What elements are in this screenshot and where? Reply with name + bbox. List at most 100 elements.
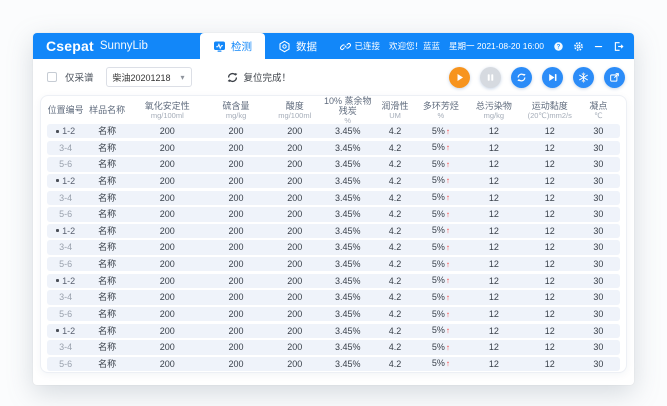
table-cell: 12 [465, 290, 522, 304]
table-cell: 12 [523, 340, 577, 354]
table-cell: 12 [523, 224, 577, 238]
pause-button[interactable] [480, 67, 501, 88]
start-button[interactable] [449, 67, 470, 88]
play-icon [454, 72, 465, 83]
tab-data[interactable]: 数据 [265, 33, 330, 59]
table-row[interactable]: 1-2名称2002002003.45%4.25%↑121230 [47, 274, 620, 288]
monitor-check-icon [213, 40, 226, 53]
table-row[interactable]: 3-4名称2002002003.45%4.25%↑121230 [47, 141, 620, 155]
table-row[interactable]: 5-6名称2002002003.45%4.25%↑121230 [47, 307, 620, 321]
over-limit-arrow-icon: ↑ [446, 160, 450, 169]
help-button[interactable]: ? [553, 41, 564, 52]
column-header: 润滑性UM [374, 101, 417, 120]
table-cell: 200 [205, 357, 268, 371]
over-limit-arrow-icon: ↑ [446, 293, 450, 302]
table-row[interactable]: 3-4名称2002002003.45%4.25%↑121230 [47, 290, 620, 304]
table-cell: 12 [465, 307, 522, 321]
over-limit-arrow-icon: ↑ [446, 127, 450, 136]
table-cell: 200 [268, 357, 322, 371]
sample-type-dropdown[interactable]: 柴油20201218 ▾ [106, 67, 192, 87]
table-row[interactable]: 3-4名称2002002003.45%4.25%↑121230 [47, 240, 620, 254]
position-cell: 5-6 [47, 157, 84, 171]
row-marker-icon [56, 329, 59, 332]
over-limit-arrow-icon: ↑ [446, 260, 450, 269]
table-cell: 5%↑ [417, 307, 466, 322]
table-cell: 30 [577, 324, 620, 338]
column-unit: (20℃)mm2/s [523, 111, 577, 120]
table-cell: 200 [130, 224, 204, 238]
reset-button[interactable] [511, 67, 532, 88]
table-cell: 30 [577, 357, 620, 371]
table-cell: 30 [577, 340, 620, 354]
chevron-down-icon: ▾ [181, 73, 185, 82]
tab-detection[interactable]: 检测 [200, 33, 265, 59]
table-cell: 5%↑ [417, 323, 466, 338]
table-row[interactable]: 1-2名称2002002003.45%4.25%↑121230 [47, 324, 620, 338]
table-cell: 200 [268, 141, 322, 155]
table-cell: 12 [523, 357, 577, 371]
table-row[interactable]: 1-2名称2002002003.45%4.25%↑121230 [47, 224, 620, 238]
position-cell: 1-2 [47, 274, 84, 288]
column-header: 多环芳烃% [417, 101, 466, 120]
reset-refresh-icon[interactable] [226, 71, 239, 84]
position-cell: 5-6 [47, 257, 84, 271]
table-cell: 200 [130, 324, 204, 338]
table-row[interactable]: 5-6名称2002002003.45%4.25%↑121230 [47, 157, 620, 171]
over-limit-arrow-icon: ↑ [446, 326, 450, 335]
table-row[interactable]: 5-6名称2002002003.45%4.25%↑121230 [47, 257, 620, 271]
table-cell: 3.45% [322, 174, 374, 188]
column-unit: UM [374, 111, 417, 120]
column-unit: % [417, 111, 466, 120]
toolbar: 仅采谱 柴油20201218 ▾ 复位完成！ [33, 59, 634, 95]
column-name: 10% 蒸余物残炭 [322, 96, 374, 116]
export-button[interactable] [604, 67, 625, 88]
tab-label: 检测 [231, 39, 252, 54]
column-header: 总污染物mg/kg [465, 101, 522, 120]
table-row[interactable]: 3-4名称2002002003.45%4.25%↑121230 [47, 340, 620, 354]
table-row[interactable]: 3-4名称2002002003.45%4.25%↑121230 [47, 191, 620, 205]
table-cell: 5%↑ [417, 356, 466, 371]
table-row[interactable]: 5-6名称2002002003.45%4.25%↑121230 [47, 207, 620, 221]
table-cell: 200 [205, 340, 268, 354]
table-cell: 30 [577, 141, 620, 155]
table-cell: 200 [268, 290, 322, 304]
table-cell: 30 [577, 157, 620, 171]
column-header: 位置编号 [47, 105, 84, 115]
table-cell: 200 [130, 357, 204, 371]
column-name: 酸度 [268, 101, 322, 111]
table-cell: 30 [577, 240, 620, 254]
table-row[interactable]: 1-2名称2002002003.45%4.25%↑121230 [47, 174, 620, 188]
table-cell: 4.2 [374, 240, 417, 254]
position-cell: 1-2 [47, 124, 84, 138]
table-cell: 200 [268, 157, 322, 171]
table-cell: 12 [465, 274, 522, 288]
skip-button[interactable] [542, 67, 563, 88]
table-row[interactable]: 5-6名称2002002003.45%4.25%↑121230 [47, 357, 620, 371]
column-header: 酸度mg/100ml [268, 101, 322, 120]
over-limit-arrow-icon: ↑ [446, 210, 450, 219]
settings-button[interactable] [573, 41, 584, 52]
position-cell: 1-2 [47, 324, 84, 338]
freeze-button[interactable] [573, 67, 594, 88]
exit-icon [613, 41, 624, 52]
help-icon: ? [553, 41, 564, 52]
row-marker-icon [56, 130, 59, 133]
exit-button[interactable] [613, 41, 624, 52]
position-cell: 3-4 [47, 141, 84, 155]
table-cell: 200 [268, 307, 322, 321]
table-cell: 200 [205, 224, 268, 238]
table-cell: 12 [523, 257, 577, 271]
table-cell: 200 [205, 290, 268, 304]
table-cell: 4.2 [374, 141, 417, 155]
table-cell: 5%↑ [417, 190, 466, 205]
minimize-button[interactable] [593, 41, 604, 52]
spectra-only-checkbox[interactable] [47, 72, 57, 82]
dropdown-value: 柴油20201218 [113, 71, 171, 84]
table-cell: 12 [523, 274, 577, 288]
table-row[interactable]: 1-2名称2002002003.45%4.25%↑121230 [47, 124, 620, 138]
table-cell: 200 [205, 240, 268, 254]
column-header: 样品名称 [84, 105, 130, 115]
export-icon [609, 72, 620, 83]
table-cell: 名称 [84, 174, 130, 188]
connection-label: 已连接 [354, 40, 380, 52]
